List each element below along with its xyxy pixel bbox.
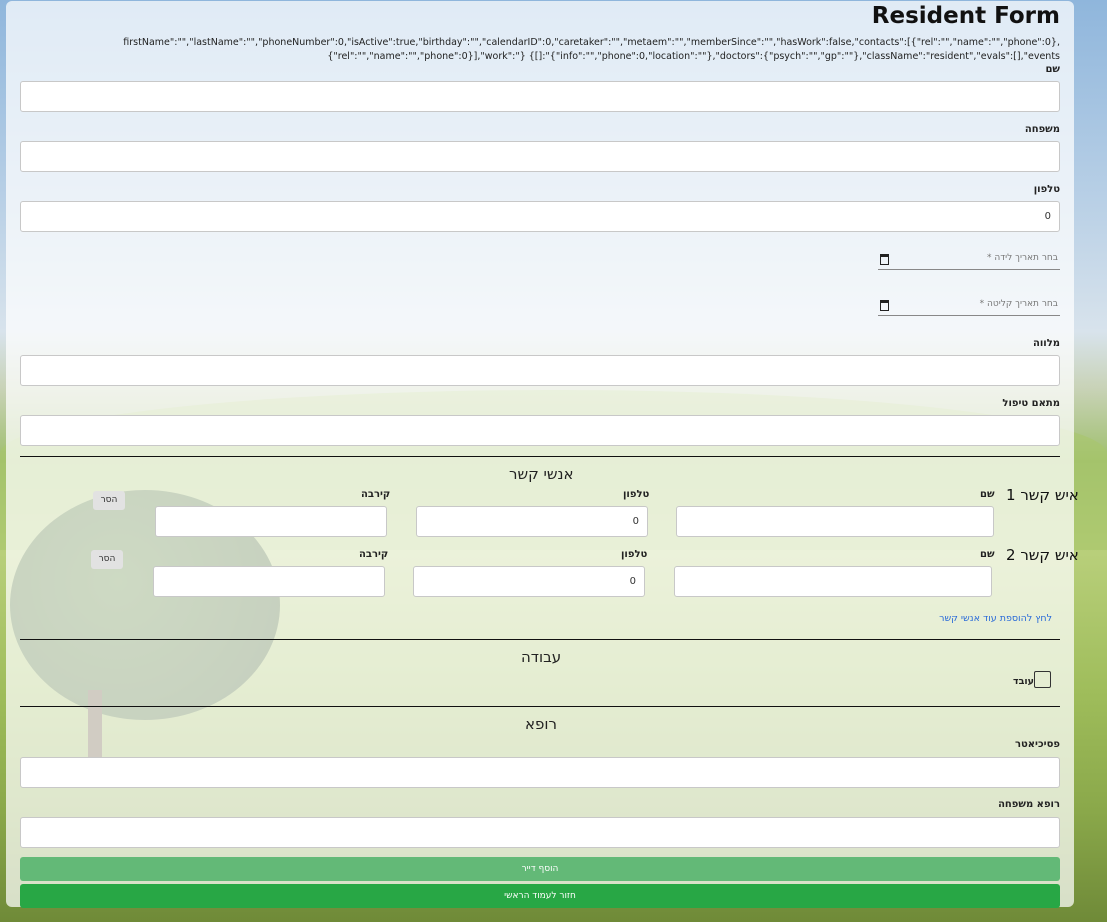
family-doctor-input[interactable] [20,817,1060,848]
contacts-section-title: אנשי קשר [509,465,574,483]
birthday-date-picker[interactable]: בחר תאריך לידה * [878,253,1060,270]
calendar-icon [880,254,889,265]
contact-1-name-input[interactable] [676,506,994,537]
contact-2-phone-label: טלפון [621,549,648,560]
contact-2-title: איש קשר 2 [1006,546,1079,564]
last-name-input[interactable] [20,141,1060,172]
psychiatrist-label: פסיכיאטר [1014,739,1060,750]
add-resident-button[interactable]: הוסף דייר [20,857,1060,881]
contact-2-phone-value: 0 [629,576,636,587]
doctors-section-title: רופא [525,715,557,733]
birthday-placeholder: בחר תאריך לידה * [986,253,1058,263]
contact-2-name-input[interactable] [674,566,992,597]
contact-1-phone-label: טלפון [623,489,650,500]
contact-1-relation-input[interactable] [155,506,387,537]
psychiatrist-input[interactable] [20,757,1060,788]
has-work-label: עובד [1013,676,1034,687]
member-since-placeholder: בחר תאריך קליטה * [979,299,1058,309]
contact-2-relation-input[interactable] [153,566,385,597]
contact-2-relation-label: קירבה [359,549,389,560]
first-name-label: שם [1045,64,1060,75]
contact-1-title: איש קשר 1 [1006,486,1079,504]
contact-1-phone-value: 0 [632,516,639,527]
phone-value: 0 [1044,211,1051,222]
caretaker-input[interactable] [20,355,1060,386]
contact-1-relation-label: קירבה [361,489,391,500]
family-doctor-label: רופא משפחה [998,799,1060,810]
contact-1-remove-button[interactable]: הסר [93,491,125,510]
care-coordinator-label: מתאם טיפול [1002,398,1060,409]
contact-1-phone-input[interactable]: 0 [416,506,648,537]
add-contact-link[interactable]: לחץ להוספת עוד אנשי קשר [939,613,1052,624]
contact-2-remove-button[interactable]: הסר [91,550,123,569]
debug-json-text: firstName":"","lastName":"","phoneNumber… [123,37,1060,62]
phone-label: טלפון [1033,184,1060,195]
contact-2-phone-input[interactable]: 0 [413,566,645,597]
has-work-checkbox[interactable] [1034,671,1051,688]
divider [20,706,1060,707]
calendar-icon [880,300,889,311]
first-name-input[interactable] [20,81,1060,112]
divider [20,456,1060,457]
care-coordinator-input[interactable] [20,415,1060,446]
caretaker-label: מלווה [1032,338,1060,349]
last-name-label: משפחה [1024,124,1060,135]
phone-input[interactable]: 0 [20,201,1060,232]
contact-1-name-label: שם [980,489,995,500]
member-since-date-picker[interactable]: בחר תאריך קליטה * [878,299,1060,316]
back-home-button[interactable]: חזור לעמוד הראשי [20,884,1060,908]
contact-2-name-label: שם [980,549,995,560]
work-section-title: עבודה [521,648,562,666]
page-title: Resident Form [871,3,1060,29]
divider [20,639,1060,640]
